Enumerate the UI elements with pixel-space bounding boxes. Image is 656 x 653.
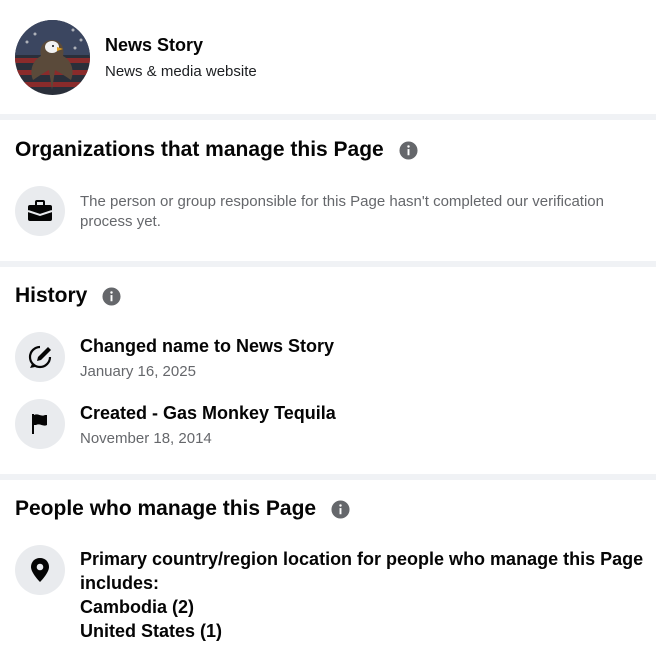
country-item: Cambodia (2) <box>80 597 195 617</box>
history-section-title: History <box>15 284 121 308</box>
info-icon[interactable] <box>399 140 418 160</box>
briefcase-icon <box>27 200 53 221</box>
people-title-text: People who manage this Page <box>15 497 317 520</box>
organizations-title-text: Organizations that manage this Page <box>15 138 384 161</box>
section-divider <box>0 114 656 120</box>
people-location-block: Primary country/region location for peop… <box>80 547 643 643</box>
history-title-text: History <box>15 284 88 307</box>
organizations-message-block: The person or group responsible for this… <box>80 192 620 232</box>
info-icon[interactable] <box>102 286 121 306</box>
page-profile-header: News Story News & media website <box>0 0 656 114</box>
name-change-icon <box>28 345 52 369</box>
history-item-date: November 18, 2014 <box>80 430 212 447</box>
location-pin-icon <box>31 558 49 582</box>
country-item: United States (1) <box>80 621 223 641</box>
section-divider <box>0 474 656 480</box>
history-item-text: Created - Gas Monkey Tequila <box>80 403 336 423</box>
info-icon[interactable] <box>331 499 350 519</box>
briefcase-icon-container <box>15 186 65 236</box>
history-item-date: January 16, 2025 <box>80 363 196 380</box>
organizations-section-title: Organizations that manage this Page <box>15 138 418 162</box>
name-change-icon-container <box>15 332 65 382</box>
avatar[interactable] <box>15 20 90 95</box>
flag-icon <box>32 414 47 434</box>
location-pin-icon-container <box>15 545 65 595</box>
page-name[interactable]: News Story <box>105 35 203 56</box>
location-description: Primary country/region location for peop… <box>80 549 644 569</box>
history-item-text: Changed name to News Story <box>80 336 335 356</box>
section-divider <box>0 261 656 267</box>
location-description-continued: includes: <box>80 573 160 593</box>
people-section-title: People who manage this Page <box>15 497 350 521</box>
flag-icon-container <box>15 399 65 449</box>
page-category: News & media website <box>105 63 257 80</box>
history-item: Created - Gas Monkey Tequila November 18… <box>80 401 336 449</box>
history-item: Changed name to News Story January 16, 2… <box>80 334 334 382</box>
verification-message: The person or group responsible for this… <box>80 193 604 230</box>
